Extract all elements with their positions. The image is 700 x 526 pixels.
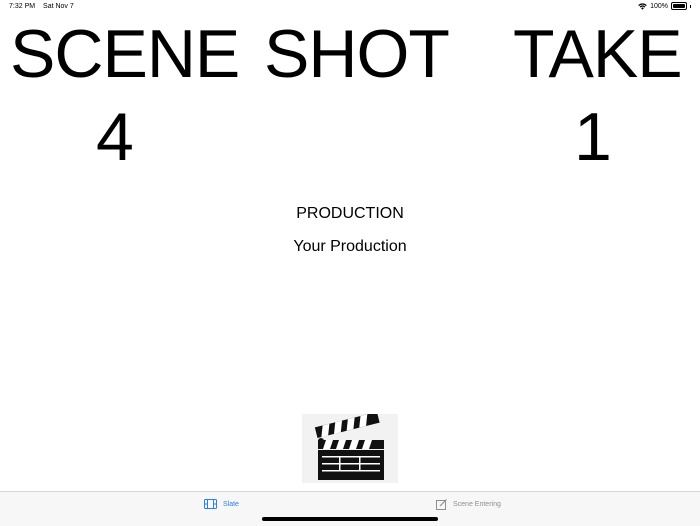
scene-label: SCENE bbox=[10, 16, 240, 92]
home-indicator[interactable] bbox=[262, 517, 438, 521]
production-name: Your Production bbox=[293, 238, 407, 255]
edit-icon bbox=[436, 499, 447, 510]
film-icon bbox=[204, 499, 217, 509]
battery-icon bbox=[671, 2, 687, 10]
status-bar: 7:32 PM Sat Nov 7 100% bbox=[0, 0, 700, 14]
production-title: PRODUCTION bbox=[296, 205, 404, 222]
tab-scene-entering-label: Scene Entering bbox=[453, 501, 501, 508]
clapperboard-icon[interactable] bbox=[302, 411, 398, 483]
shot-label: SHOT bbox=[264, 16, 450, 92]
battery-tip bbox=[690, 4, 691, 8]
take-label: TAKE bbox=[513, 16, 683, 92]
status-left: 7:32 PM Sat Nov 7 bbox=[9, 3, 80, 10]
tab-scene-entering[interactable]: Scene Entering bbox=[436, 499, 501, 510]
status-time: 7:32 PM bbox=[9, 3, 36, 10]
take-number[interactable]: 1 bbox=[574, 101, 612, 173]
wifi-icon bbox=[638, 2, 647, 10]
tab-slate[interactable]: Slate bbox=[204, 499, 239, 509]
status-right: 100% bbox=[638, 2, 691, 10]
tab-slate-label: Slate bbox=[223, 500, 239, 508]
status-date: Sat Nov 7 bbox=[43, 3, 74, 10]
battery-percent: 100% bbox=[650, 2, 668, 10]
scene-number[interactable]: 4 bbox=[96, 101, 134, 173]
